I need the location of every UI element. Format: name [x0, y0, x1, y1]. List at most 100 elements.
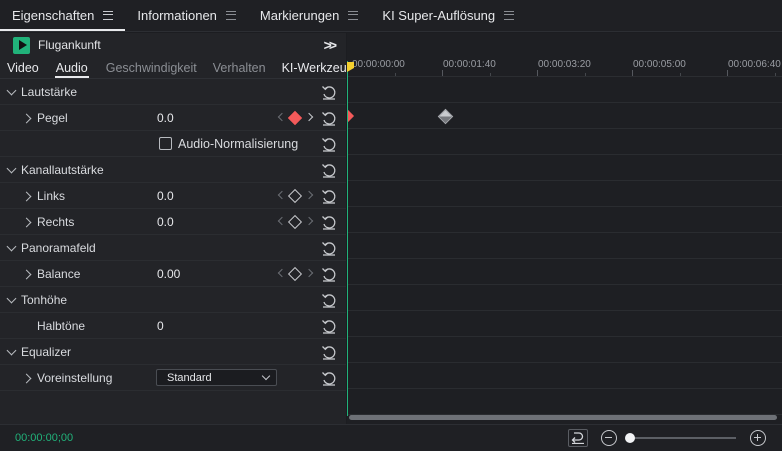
- normalisierung-checkbox[interactable]: [159, 137, 172, 150]
- timeline-row: [347, 285, 782, 311]
- reset-icon[interactable]: [321, 344, 337, 360]
- chevron-down-icon[interactable]: [6, 293, 17, 304]
- section-tonhoehe[interactable]: Tonhöhe: [0, 287, 346, 313]
- reset-icon[interactable]: [321, 266, 337, 282]
- property-label: Halbtöne: [37, 318, 86, 333]
- halbtoene-value[interactable]: 0: [157, 319, 164, 333]
- prev-keyframe-icon[interactable]: [277, 268, 287, 278]
- links-value[interactable]: 0.0: [157, 189, 174, 203]
- timeline-row: [347, 129, 782, 155]
- keyframe-diamond-icon[interactable]: [287, 266, 303, 282]
- ruler-tick-label: 00:00:01:40: [443, 59, 496, 70]
- timeline-row: [347, 155, 782, 181]
- ruler-tick: [490, 73, 491, 76]
- section-label: Tonhöhe: [21, 292, 68, 307]
- reset-icon[interactable]: [321, 162, 337, 178]
- next-keyframe-icon[interactable]: [304, 112, 314, 122]
- keyframe-diamond-icon[interactable]: [437, 108, 454, 125]
- chevron-right-icon[interactable]: [21, 373, 32, 384]
- tab-informationen[interactable]: Informationen: [125, 0, 248, 31]
- reset-icon[interactable]: [321, 110, 337, 126]
- ruler-tick: [775, 73, 776, 76]
- tab-markierungen[interactable]: Markierungen: [248, 0, 371, 31]
- reset-icon[interactable]: [321, 318, 337, 334]
- section-kanallautstaerke[interactable]: Kanallautstärke: [0, 157, 346, 183]
- ruler-tick: [442, 70, 443, 76]
- chevron-right-icon[interactable]: [21, 113, 32, 124]
- playhead-line[interactable]: [347, 61, 348, 416]
- row-audio-normalisierung: Audio-Normalisierung: [0, 131, 346, 157]
- keyframe-diamond-icon[interactable]: [287, 110, 303, 126]
- chevron-down-icon[interactable]: [6, 163, 17, 174]
- double-chevron-right-icon[interactable]: >>: [324, 37, 337, 53]
- reset-icon[interactable]: [321, 292, 337, 308]
- section-label: Equalizer: [21, 344, 72, 359]
- balance-value[interactable]: 0.00: [157, 267, 180, 281]
- section-label: Kanallautstärke: [21, 162, 104, 177]
- chevron-right-icon[interactable]: [21, 269, 32, 280]
- timeline-row: [347, 389, 782, 415]
- property-sub-tabs: Video Audio Geschwindigkeit Verhalten KI…: [0, 57, 361, 79]
- next-keyframe-icon[interactable]: [304, 268, 314, 278]
- subtab-geschwindigkeit[interactable]: Geschwindigkeit: [106, 57, 205, 78]
- timeline-row: [347, 311, 782, 337]
- menu-icon[interactable]: [103, 11, 114, 20]
- tab-ki-super-aufloesung[interactable]: KI Super-Auflösung: [370, 0, 526, 31]
- row-halbtoene: Halbtöne 0: [0, 313, 346, 339]
- row-voreinstellung: Voreinstellung Standard: [0, 365, 346, 391]
- snap-to-keyframe-button[interactable]: [568, 429, 588, 447]
- section-equalizer[interactable]: Equalizer: [0, 339, 346, 365]
- subtab-video[interactable]: Video: [7, 57, 47, 78]
- zoom-slider-handle[interactable]: [625, 433, 635, 443]
- chevron-down-icon[interactable]: [6, 345, 17, 356]
- chevron-right-icon[interactable]: [21, 217, 32, 228]
- timeline-row: [347, 337, 782, 363]
- tab-eigenschaften[interactable]: Eigenschaften: [0, 0, 125, 31]
- next-keyframe-icon[interactable]: [304, 216, 314, 226]
- tab-label: Eigenschaften: [12, 8, 95, 23]
- chevron-down-icon[interactable]: [6, 85, 17, 96]
- ruler-tick: [727, 70, 728, 76]
- timeline-row: [347, 233, 782, 259]
- next-keyframe-icon[interactable]: [304, 190, 314, 200]
- menu-icon[interactable]: [225, 11, 236, 20]
- row-rechts: Rechts 0.0: [0, 209, 346, 235]
- section-label: Panoramafeld: [21, 240, 96, 255]
- rechts-value[interactable]: 0.0: [157, 215, 174, 229]
- keyframe-diamond-icon[interactable]: [287, 214, 303, 230]
- reset-icon[interactable]: [321, 370, 337, 386]
- prev-keyframe-icon[interactable]: [277, 190, 287, 200]
- clip-name: Flugankunft: [38, 38, 101, 52]
- reset-icon[interactable]: [321, 136, 337, 152]
- menu-icon[interactable]: [348, 11, 359, 20]
- keyframe-diamond-icon[interactable]: [287, 188, 303, 204]
- timeline-footer: 00:00:00;00: [0, 424, 782, 451]
- horizontal-scrollbar[interactable]: [349, 415, 777, 420]
- ruler-tick-label: 00:00:06:40: [728, 59, 781, 70]
- section-label: Lautstärke: [21, 84, 78, 99]
- keyframe-diamond-icon[interactable]: [347, 108, 355, 124]
- prev-keyframe-icon[interactable]: [277, 216, 287, 226]
- chevron-down-icon[interactable]: [6, 241, 17, 252]
- subtab-verhalten[interactable]: Verhalten: [213, 57, 274, 78]
- timeline-row: [347, 259, 782, 285]
- reset-icon[interactable]: [321, 84, 337, 100]
- section-lautstaerke[interactable]: Lautstärke: [0, 79, 346, 105]
- chevron-right-icon[interactable]: [21, 191, 32, 202]
- reset-icon[interactable]: [321, 188, 337, 204]
- zoom-slider-track[interactable]: [630, 437, 736, 439]
- timeline-row: [347, 207, 782, 233]
- menu-icon[interactable]: [504, 11, 515, 20]
- row-balance: Balance 0.00: [0, 261, 346, 287]
- subtab-audio[interactable]: Audio: [55, 57, 89, 78]
- zoom-out-icon[interactable]: [601, 430, 617, 446]
- keyframe-timeline[interactable]: 00:00:00:00 00:00:01:40 00:00:03:20 00:0…: [347, 33, 782, 424]
- voreinstellung-select[interactable]: Standard: [156, 369, 277, 386]
- section-panoramafeld[interactable]: Panoramafeld: [0, 235, 346, 261]
- zoom-in-icon[interactable]: [750, 430, 766, 446]
- reset-icon[interactable]: [321, 240, 337, 256]
- reset-icon[interactable]: [321, 214, 337, 230]
- time-ruler[interactable]: 00:00:00:00 00:00:01:40 00:00:03:20 00:0…: [347, 33, 782, 77]
- pegel-value[interactable]: 0.0: [157, 111, 174, 125]
- prev-keyframe-icon[interactable]: [277, 112, 287, 122]
